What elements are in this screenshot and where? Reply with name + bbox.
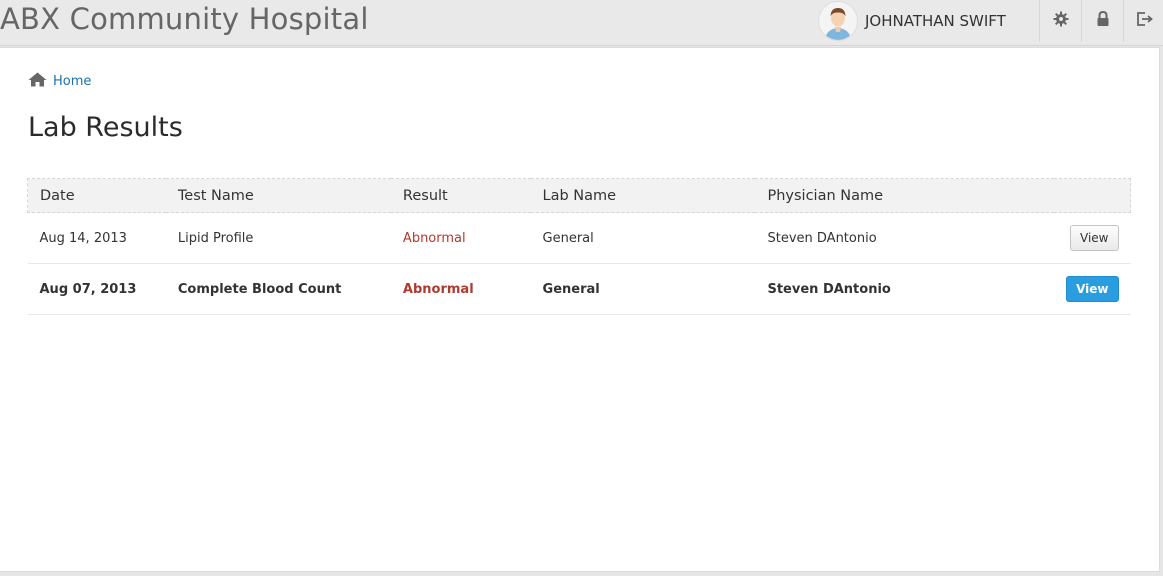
view-button[interactable]: View: [1066, 276, 1119, 302]
header-date[interactable]: Date: [28, 179, 166, 213]
table-header-row: Date Test Name Result Lab Name Physician…: [27, 178, 1131, 213]
table-row: Aug 14, 2013 Lipid Profile Abnormal Gene…: [27, 212, 1131, 264]
gear-icon: [1053, 11, 1069, 31]
header-physician-name[interactable]: Physician Name: [755, 179, 1054, 213]
logout-button[interactable]: [1123, 0, 1163, 42]
header-result[interactable]: Result: [391, 179, 531, 213]
cell-lab-name: General: [530, 263, 756, 315]
top-bar: ABX Community Hospital JOHNATHAN SWIFT: [0, 0, 1163, 46]
header-lab-name[interactable]: Lab Name: [531, 179, 756, 213]
cell-test-name: Lipid Profile: [165, 212, 391, 264]
user-menu[interactable]: JOHNATHAN SWIFT: [818, 1, 1006, 41]
logout-icon: [1136, 11, 1154, 31]
breadcrumb-home-link[interactable]: Home: [53, 74, 91, 89]
cell-result: Abnormal: [390, 212, 531, 264]
cell-result: Abnormal: [390, 263, 531, 315]
app-title: ABX Community Hospital: [0, 2, 369, 36]
cell-action: View: [1054, 263, 1131, 315]
cell-action: View: [1054, 212, 1131, 264]
breadcrumb: Home: [28, 72, 91, 91]
lock-icon: [1096, 10, 1110, 31]
cell-physician-name: Steven DAntonio: [755, 263, 1055, 315]
home-icon[interactable]: [28, 72, 47, 91]
cell-physician-name: Steven DAntonio: [755, 212, 1055, 264]
table-row-unread: Aug 07, 2013 Complete Blood Count Abnorm…: [27, 263, 1131, 315]
lock-button[interactable]: [1081, 0, 1123, 42]
main-panel: Home Lab Results Date Test Name Result L…: [0, 47, 1160, 572]
view-button[interactable]: View: [1070, 225, 1119, 251]
cell-date: Aug 14, 2013: [27, 212, 166, 264]
settings-button[interactable]: [1039, 0, 1081, 42]
cell-date: Aug 07, 2013: [27, 263, 166, 315]
cell-test-name: Complete Blood Count: [165, 263, 391, 315]
cell-lab-name: General: [530, 212, 756, 264]
header-actions: [1054, 179, 1130, 213]
avatar[interactable]: [818, 1, 858, 41]
user-name[interactable]: JOHNATHAN SWIFT: [865, 12, 1006, 30]
header-test-name[interactable]: Test Name: [166, 179, 391, 213]
lab-results-table: Date Test Name Result Lab Name Physician…: [27, 178, 1131, 315]
page-title: Lab Results: [28, 112, 183, 143]
